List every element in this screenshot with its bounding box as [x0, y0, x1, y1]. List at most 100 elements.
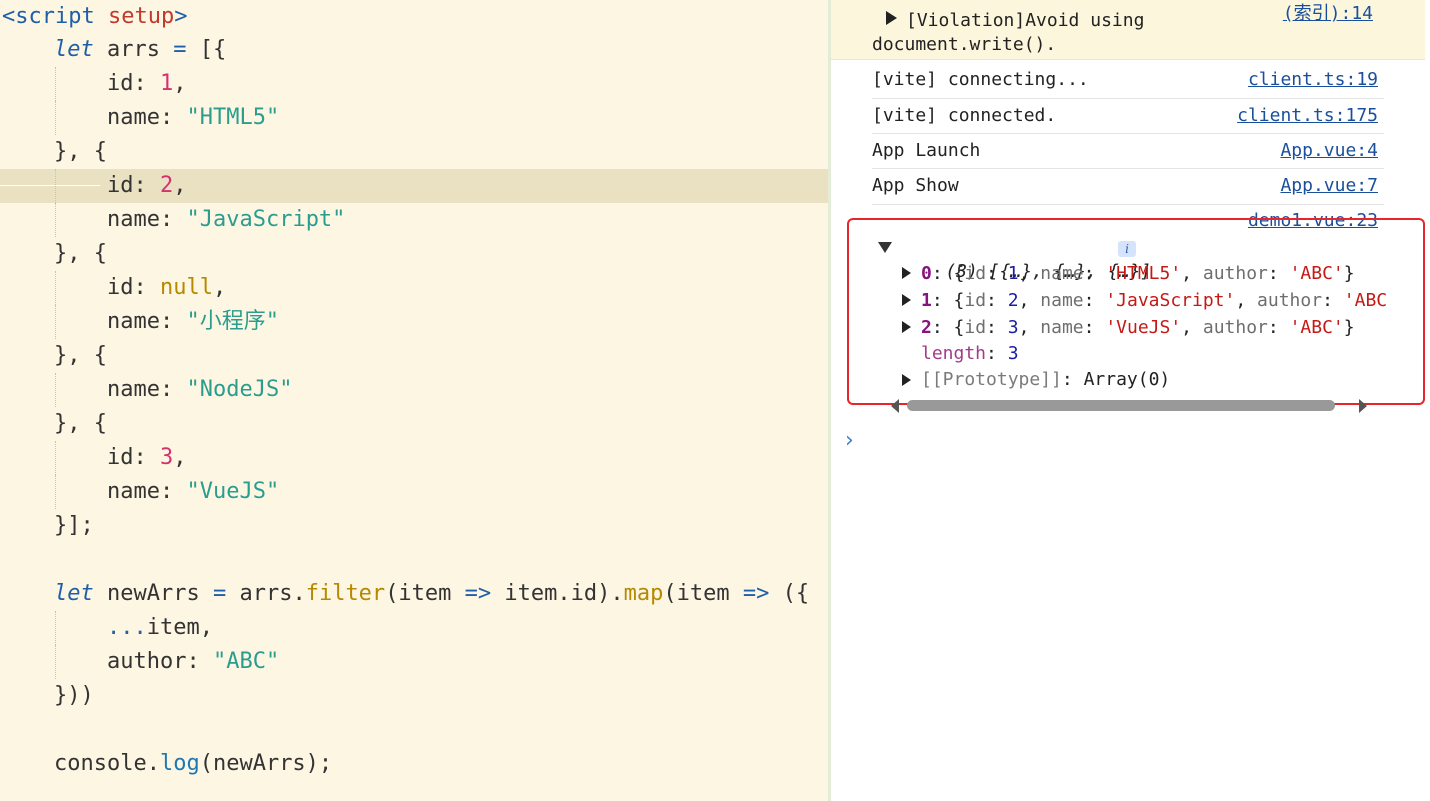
code-line[interactable]: author: "ABC": [0, 645, 828, 679]
indent-guide: [55, 611, 56, 645]
array-item[interactable]: 1: {id: 2, name: 'JavaScript', author: '…: [921, 289, 1387, 313]
code-line[interactable]: console.log(newArrs);: [0, 747, 828, 781]
code-line[interactable]: }, {: [0, 237, 828, 271]
code-line[interactable]: }];: [0, 509, 828, 543]
item-index: 1: [921, 290, 932, 311]
message-separator: [872, 133, 1384, 134]
console-prompt-icon[interactable]: ›: [845, 428, 854, 453]
code-line[interactable]: id: 3,: [0, 441, 828, 475]
expand-arrow-icon[interactable]: [902, 374, 911, 386]
array-prototype[interactable]: [[Prototype]]: Array(0): [921, 368, 1170, 392]
code-token: id:: [107, 445, 160, 470]
code-token: newArrs: [93, 581, 213, 606]
code-text: author: "ABC": [107, 645, 279, 679]
horizontal-scrollbar[interactable]: [891, 399, 1367, 413]
code-token: ,: [173, 173, 187, 198]
item-id: 1: [1007, 263, 1019, 284]
code-line[interactable]: [0, 543, 828, 577]
code-text: })): [54, 679, 94, 713]
code-token: console.: [54, 751, 160, 776]
code-line[interactable]: let newArrs = arrs.filter(item => item.i…: [0, 577, 828, 611]
message-separator: [872, 204, 1384, 205]
item-name: 'VueJS': [1105, 317, 1182, 338]
code-token: name:: [107, 377, 187, 402]
info-icon[interactable]: i: [1118, 241, 1136, 257]
code-text: }, {: [54, 135, 107, 169]
violation-warning: [Violation]Avoid using document.write().…: [831, 0, 1425, 60]
message-source-link[interactable]: client.ts:175: [1237, 104, 1378, 128]
scrollbar-thumb[interactable]: [907, 400, 1335, 411]
code-token: setup: [107, 4, 175, 29]
expand-arrow-icon[interactable]: [902, 321, 911, 333]
code-token: }, {: [54, 241, 107, 266]
code-token: arrs.: [226, 581, 306, 606]
code-token: =: [212, 581, 227, 606]
code-text: name: "小程序": [107, 305, 279, 339]
item-index: 2: [921, 317, 932, 338]
console-message: [vite] connected.: [872, 105, 1057, 126]
code-token: ({: [769, 581, 810, 606]
indent-guide: [55, 441, 56, 475]
code-line[interactable]: [0, 713, 828, 747]
indent-guide: [55, 373, 56, 407]
devtools-console: [Violation]Avoid using document.write().…: [831, 0, 1430, 801]
indent-guide: [55, 305, 56, 339]
code-text: id: 3,: [107, 441, 186, 475]
code-text: console.log(newArrs);: [54, 747, 332, 781]
code-text: name: "JavaScript": [107, 203, 345, 237]
code-token: }];: [54, 513, 94, 538]
message-source-link[interactable]: App.vue:7: [1280, 174, 1378, 198]
code-token: author:: [107, 649, 213, 674]
indent-guide: [55, 271, 56, 305]
code-text: name: "NodeJS": [107, 373, 292, 407]
code-text: let newArrs = arrs.filter(item => item.i…: [54, 577, 809, 611]
code-line[interactable]: let arrs = [{: [0, 33, 828, 67]
item-author: 'ABC': [1289, 317, 1344, 338]
code-line[interactable]: name: "JavaScript": [0, 203, 828, 237]
code-line[interactable]: <script setup>: [0, 0, 828, 34]
code-line[interactable]: name: "NodeJS": [0, 373, 828, 407]
item-id: 3: [1007, 317, 1019, 338]
message-source-link[interactable]: client.ts:19: [1248, 68, 1378, 92]
code-line[interactable]: name: "HTML5": [0, 101, 828, 135]
code-token: map: [623, 581, 664, 606]
code-token: }, {: [54, 343, 107, 368]
code-text: ...item,: [107, 611, 213, 645]
indent-guide: [55, 645, 56, 679]
code-token: filter: [305, 581, 386, 606]
code-token: "ABC": [212, 649, 280, 674]
array-item[interactable]: 2: {id: 3, name: 'VueJS', author: 'ABC'}: [921, 316, 1355, 340]
expand-arrow-icon[interactable]: [886, 11, 897, 25]
collapse-arrow-icon[interactable]: [878, 242, 892, 253]
code-line[interactable]: }, {: [0, 135, 828, 169]
message-source-link[interactable]: App.vue:4: [1280, 139, 1378, 163]
prototype-value: Array(0): [1083, 369, 1171, 390]
code-line[interactable]: name: "小程序": [0, 305, 828, 339]
code-token: ,: [212, 275, 227, 300]
scroll-right-arrow-icon[interactable]: [1359, 399, 1367, 413]
code-token: })): [54, 683, 94, 708]
code-line[interactable]: id: null,: [0, 271, 828, 305]
code-line[interactable]: }, {: [0, 407, 828, 441]
console-message: [vite] connecting...: [872, 69, 1089, 90]
violation-source-link[interactable]: (索引):14: [1283, 2, 1373, 26]
code-line-current[interactable]: id: 2,: [0, 169, 828, 203]
indent-guide: [55, 101, 56, 135]
code-editor[interactable]: <script setup> let arrs = [{id: 1, name: "…: [0, 0, 828, 801]
code-token: id:: [107, 173, 160, 198]
indent-guide: [55, 169, 56, 203]
scroll-left-arrow-icon[interactable]: [891, 399, 899, 413]
code-token: arrs: [93, 37, 174, 62]
violation-text-line2: document.write().: [872, 34, 1057, 55]
expand-arrow-icon[interactable]: [902, 294, 911, 306]
expand-arrow-icon[interactable]: [902, 267, 911, 279]
code-token: <script: [2, 4, 95, 29]
array-item[interactable]: 0: {id: 1, name: 'HTML5', author: 'ABC'}: [921, 262, 1355, 286]
code-line[interactable]: ...item,: [0, 611, 828, 645]
code-token: 1: [159, 71, 174, 96]
code-line[interactable]: name: "VueJS": [0, 475, 828, 509]
item-id: 2: [1007, 290, 1019, 311]
code-line[interactable]: }, {: [0, 339, 828, 373]
code-line[interactable]: })): [0, 679, 828, 713]
code-line[interactable]: id: 1,: [0, 67, 828, 101]
